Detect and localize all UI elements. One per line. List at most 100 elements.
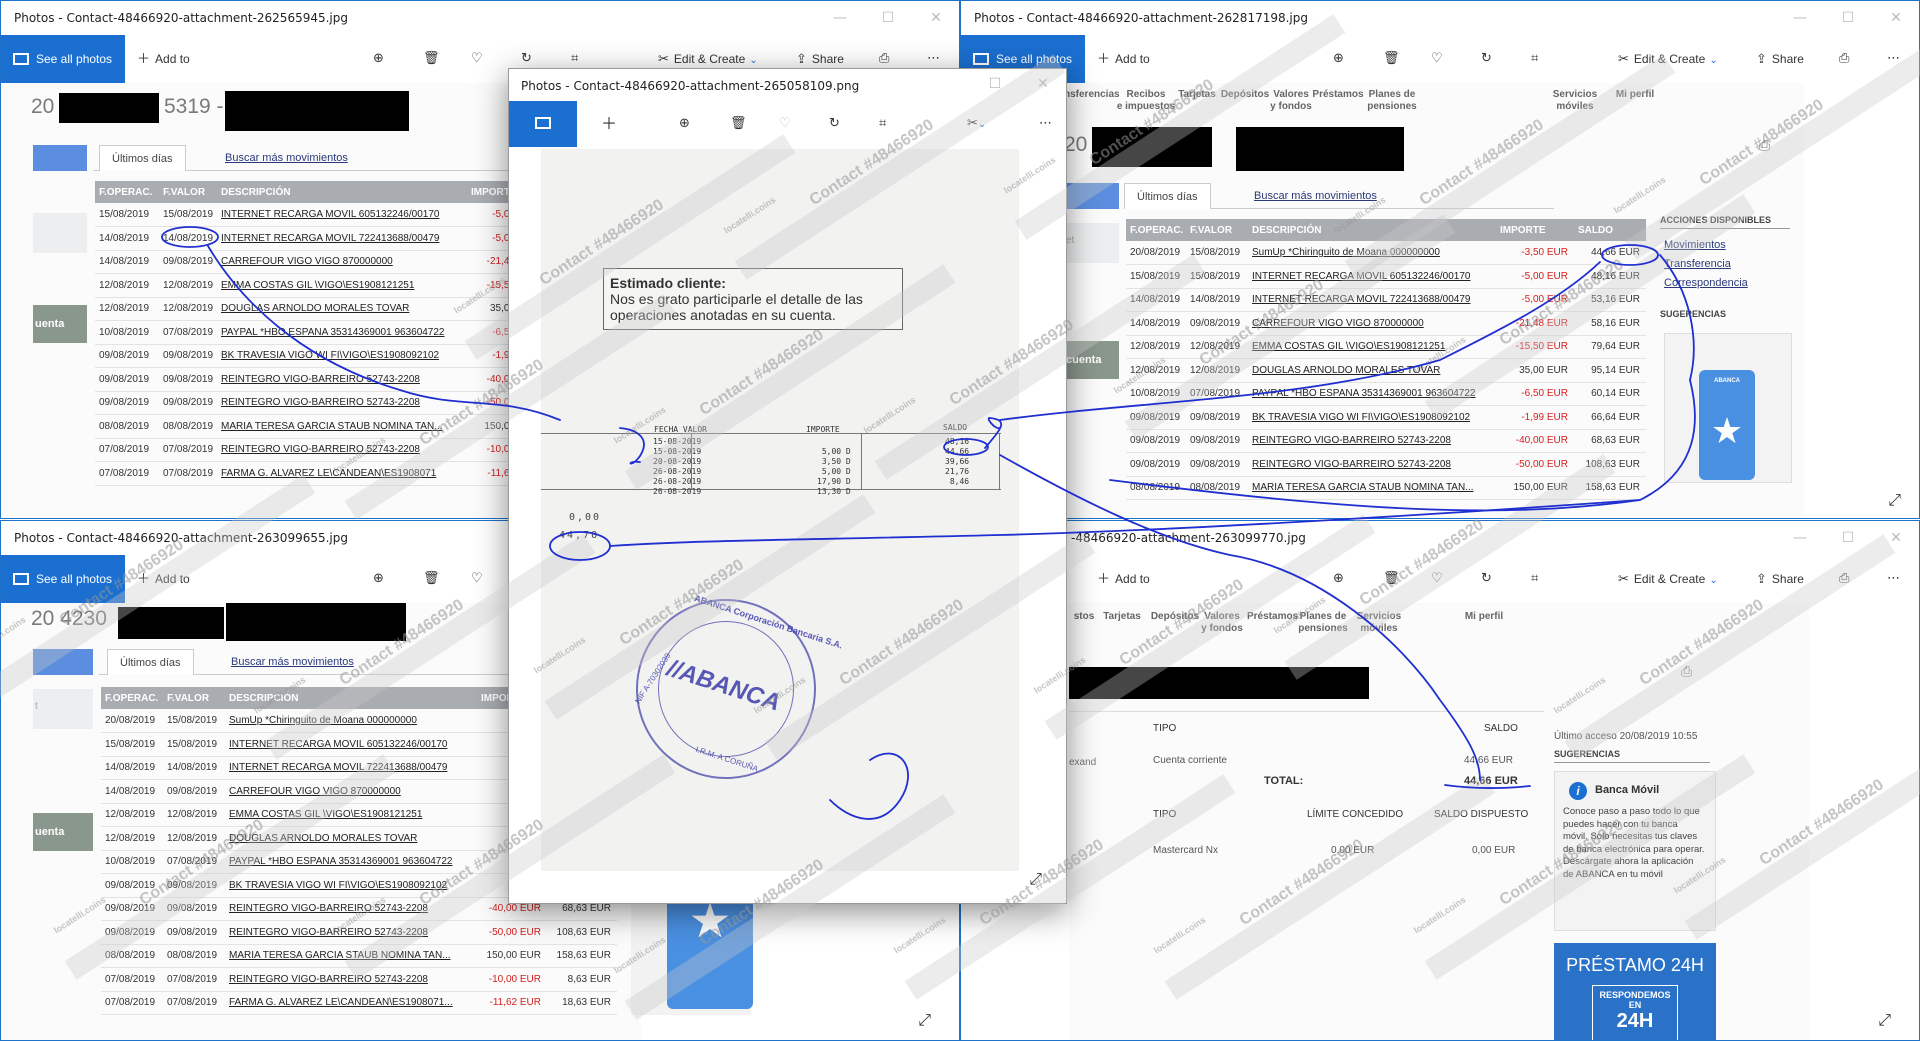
description[interactable]: REINTEGRO VIGO-BARREIRO 52743-2208 <box>217 391 467 415</box>
prestamo-banner[interactable]: PRÉSTAMO 24H RESPONDEMOS EN 24H <box>1554 943 1716 1040</box>
description[interactable]: SumUp *Chiringuito de Moana 000000000 <box>225 709 477 733</box>
zoom-icon[interactable]: ⊕ <box>373 35 384 83</box>
rotate-icon[interactable]: ↻ <box>1481 35 1492 83</box>
table-row[interactable]: 08/08/2019 08/08/2019 MARIA TERESA GARCIA … <box>1126 476 1646 500</box>
table-row[interactable]: 07/08/2019 07/08/2019 REINTEGRO VIGO-BARRE… <box>95 438 521 462</box>
description[interactable]: MARIA TERESA GARCIA STAUB NOMINA TAN... <box>217 414 467 439</box>
photos-window-receipt[interactable]: Photos - Contact-48466920-attachment-265… <box>508 68 1067 904</box>
description[interactable]: INTERNET RECARGA MOVIL 722413688/00479 <box>217 226 467 251</box>
see-all-photos-button[interactable]: See all photos <box>1 555 125 603</box>
delete-icon[interactable]: 🗑 <box>1383 35 1400 83</box>
table-row[interactable]: 09/08/2019 09/08/2019 BK TRAVESIA VIGO WI … <box>95 344 521 368</box>
plus-icon[interactable]: ＋ <box>601 101 617 147</box>
description[interactable]: REINTEGRO VIGO-BARREIRO 52743-2208 <box>225 920 477 945</box>
more-icon[interactable]: ⋯ <box>1887 555 1900 603</box>
nav-tab[interactable]: Tarjetas <box>1174 89 1220 101</box>
table-row[interactable]: 08/08/2019 08/08/2019 MARIA TERESA GARCIA … <box>95 414 521 439</box>
expand-icon[interactable]: ⤢ <box>1888 492 1901 510</box>
table-row[interactable]: 07/08/2019 07/08/2019 FARMA G. ALVAREZ LE\… <box>101 991 617 1015</box>
table-row[interactable]: 20/08/2019 15/08/2019 SumUp *Chiringuito d… <box>1126 241 1646 265</box>
table-row[interactable]: 10/08/2019 07/08/2019 PAYPAL *HBO ESPANA 3… <box>1126 382 1646 406</box>
description[interactable]: DOUGLAS ARNOLDO MORALES TOVAR <box>1248 358 1496 383</box>
add-to-button[interactable]: ＋ Add to <box>1097 35 1150 83</box>
link-correspondencia[interactable]: Correspondencia <box>1664 277 1748 289</box>
zoom-icon[interactable]: ⊕ <box>373 555 384 603</box>
table-row[interactable]: 12/08/2019 12/08/2019 DOUGLAS ARNOLDO MORA… <box>1126 358 1646 383</box>
rotate-icon[interactable]: ↻ <box>1481 555 1492 603</box>
table-row[interactable]: 09/08/2019 09/08/2019 REINTEGRO VIGO-BARRE… <box>1126 429 1646 453</box>
table-row[interactable]: 08/08/2019 08/08/2019 MARIA TERESA GARCIA … <box>101 944 617 968</box>
nav-tab[interactable]: Mi perfil <box>1459 611 1509 623</box>
title-bar[interactable]: -48466920-attachment-263099770.jpg — ☐ ✕ <box>961 521 1919 555</box>
table-row[interactable]: 07/08/2019 07/08/2019 REINTEGRO VIGO-BARRE… <box>101 967 617 992</box>
expand-icon[interactable]: ⤢ <box>1878 1012 1891 1030</box>
favorite-icon[interactable]: ♡ <box>471 555 483 603</box>
description[interactable]: CARREFOUR VIGO VIGO 870000000 <box>217 250 467 274</box>
edit-create-button[interactable]: ✂ Edit & Create ⌄ <box>1618 555 1718 603</box>
crop-icon[interactable]: ⌗ <box>879 101 886 147</box>
print-icon[interactable]: ⎙ <box>1839 35 1849 83</box>
description[interactable]: INTERNET RECARGA MOVIL 605132246/00170 <box>225 732 477 757</box>
table-row[interactable]: 10/08/2019 07/08/2019 PAYPAL *HBO ESPANA 3… <box>95 320 521 345</box>
description[interactable]: EMMA COSTAS GIL \VIGO\ES1908121251 <box>1248 335 1496 359</box>
minimize-button[interactable]: — <box>1777 523 1823 553</box>
description[interactable]: REINTEGRO VIGO-BARREIRO 52743-2208 <box>225 967 477 992</box>
table-row[interactable]: 14/08/2019 14/08/2019 INTERNET RECARGA MOV… <box>95 226 521 251</box>
crop-icon[interactable]: ⌗ <box>1531 35 1538 83</box>
share-button[interactable]: ⇪ Share <box>1756 555 1804 603</box>
table-row[interactable]: 14/08/2019 14/08/2019 INTERNET RECARGA MOV… <box>1126 288 1646 312</box>
nav-tab[interactable]: Planes de pensiones <box>1294 611 1352 635</box>
favorite-icon[interactable]: ♡ <box>779 101 791 147</box>
description[interactable]: REINTEGRO VIGO-BARREIRO 52743-2208 <box>217 438 467 462</box>
minimize-button[interactable]: — <box>1777 3 1823 33</box>
description[interactable]: REINTEGRO VIGO-BARREIRO 52743-2208 <box>1248 429 1496 453</box>
description[interactable]: REINTEGRO VIGO-BARREIRO 52743-2208 <box>1248 452 1496 477</box>
zoom-icon[interactable]: ⊕ <box>679 101 690 147</box>
print-icon[interactable]: ⎙ <box>1839 555 1849 603</box>
description[interactable]: BK TRAVESIA VIGO WI FI\VIGO\ES1908092102 <box>225 873 477 898</box>
table-row[interactable]: 15/08/2019 15/08/2019 INTERNET RECARGA MOV… <box>1126 264 1646 289</box>
table-row[interactable]: 09/08/2019 09/08/2019 REINTEGRO VIGO-BARRE… <box>95 367 521 392</box>
delete-icon[interactable]: 🗑 <box>730 101 747 147</box>
buscar-mas-link[interactable]: Buscar más movimientos <box>231 649 354 675</box>
delete-icon[interactable]: 🗑 <box>423 35 440 83</box>
buscar-mas-link[interactable]: Buscar más movimientos <box>225 145 348 171</box>
description[interactable]: DOUGLAS ARNOLDO MORALES TOVAR <box>217 297 467 321</box>
description[interactable]: PAYPAL *HBO ESPANA 35314369001 963604722 <box>1248 382 1496 406</box>
nav-tab[interactable]: Depósitos <box>1149 611 1201 623</box>
description[interactable]: INTERNET RECARGA MOVIL 605132246/00170 <box>217 203 467 227</box>
expand-icon[interactable]: ⤢ <box>918 1012 931 1030</box>
description[interactable]: EMMA COSTAS GIL \VIGO\ES1908121251 <box>225 803 477 827</box>
add-to-button[interactable]: ＋ Add to <box>137 555 190 603</box>
nav-tab[interactable]: nsferencias <box>1064 89 1120 101</box>
description[interactable]: REINTEGRO VIGO-BARREIRO 52743-2208 <box>225 897 477 921</box>
description[interactable]: BK TRAVESIA VIGO WI FI\VIGO\ES1908092102 <box>217 344 467 368</box>
zoom-icon[interactable]: ⊕ <box>1333 555 1344 603</box>
description[interactable]: CARREFOUR VIGO VIGO 870000000 <box>1248 311 1496 336</box>
table-row[interactable]: 09/08/2019 09/08/2019 REINTEGRO VIGO-BARRE… <box>1126 452 1646 477</box>
link-transferencia[interactable]: Transferencia <box>1664 258 1731 270</box>
title-bar[interactable]: Photos - Contact-48466920-attachment-262… <box>961 1 1919 35</box>
share-button[interactable]: ⇪ Share <box>1756 35 1804 83</box>
tab-ultimos-dias[interactable]: Últimos días <box>99 145 186 171</box>
description[interactable]: BK TRAVESIA VIGO WI FI\VIGO\ES1908092102 <box>1248 405 1496 430</box>
close-button[interactable]: ✕ <box>913 3 959 33</box>
description[interactable]: CARREFOUR VIGO VIGO 870000000 <box>225 779 477 804</box>
description[interactable]: EMMA COSTAS GIL \VIGO\ES1908121251 <box>217 273 467 298</box>
crop-icon[interactable]: ⌗ <box>1531 555 1538 603</box>
nav-tab[interactable]: Mi perfil <box>1609 89 1661 101</box>
delete-icon[interactable]: 🗑 <box>1383 555 1400 603</box>
more-icon[interactable]: ⋯ <box>1039 101 1052 147</box>
edit-create-button[interactable]: ✂ Edit & Create ⌄ <box>1618 35 1718 83</box>
tab-ultimos-dias[interactable]: Últimos días <box>1124 183 1211 209</box>
minimize-button[interactable]: — <box>817 3 863 33</box>
description[interactable]: INTERNET RECARGA MOVIL 722413688/00479 <box>225 756 477 780</box>
nav-tab[interactable]: Préstamos <box>1247 611 1298 623</box>
edit-icon[interactable]: ✂⌄ <box>967 101 986 147</box>
nav-tab[interactable]: Préstamos <box>1312 89 1364 101</box>
maximize-button[interactable]: ☐ <box>1825 523 1871 553</box>
table-row[interactable]: 12/08/2019 12/08/2019 EMMA COSTAS GIL \VIG… <box>95 273 521 298</box>
close-button[interactable]: ✕ <box>1873 3 1919 33</box>
nav-tab[interactable]: Depósitos <box>1219 89 1271 101</box>
nav-tab[interactable]: Valores y fondos <box>1269 89 1313 113</box>
